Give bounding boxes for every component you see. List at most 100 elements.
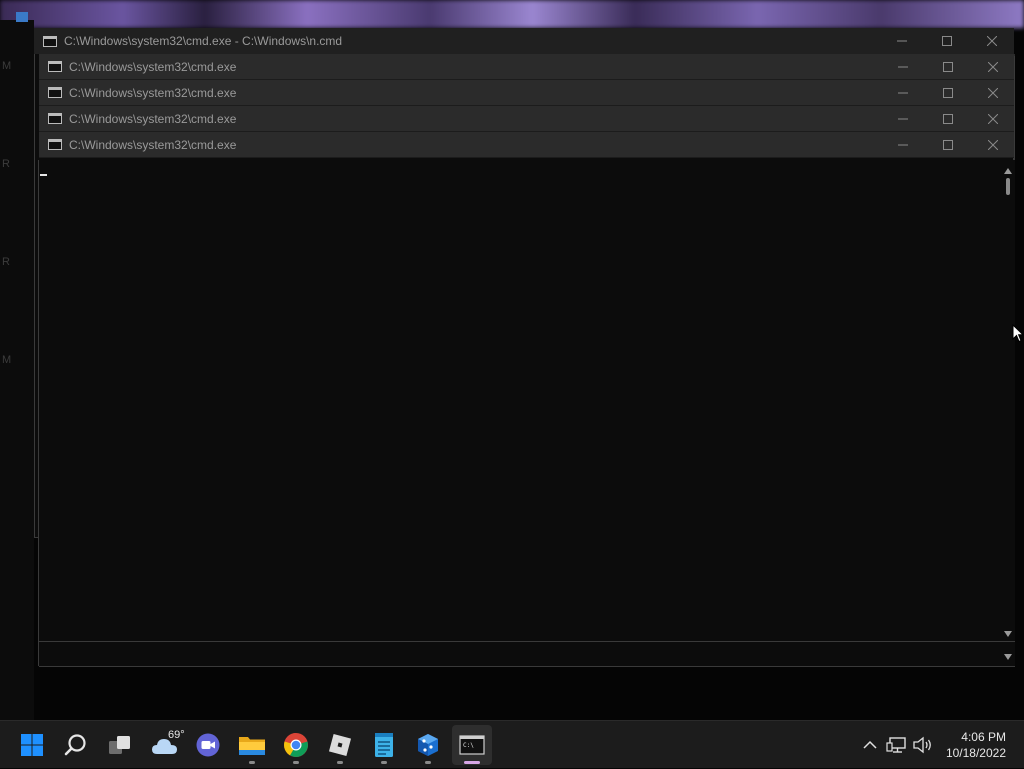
window-title: C:\Windows\system32\cmd.exe: [69, 111, 237, 126]
close-icon: [987, 87, 998, 98]
window-title: C:\Windows\system32\cmd.exe: [69, 137, 237, 152]
cmd-window-1-titlebar[interactable]: C:\Windows\system32\cmd.exe: [39, 54, 1015, 80]
chevron-up-icon: [863, 740, 877, 749]
volume-button[interactable]: [912, 721, 934, 769]
chrome-button[interactable]: [276, 725, 316, 765]
desktop-wallpaper: [0, 0, 1024, 28]
widgets-button[interactable]: 69°: [146, 725, 186, 765]
cmd-button[interactable]: C:\: [452, 725, 492, 765]
video-chat-icon: [196, 733, 220, 757]
cmd-window-4-titlebar[interactable]: C:\Windows\system32\cmd.exe: [39, 132, 1015, 158]
maximize-icon: [942, 139, 953, 150]
minimize-icon: [897, 144, 908, 145]
minimize-button[interactable]: [879, 36, 924, 46]
minimize-button[interactable]: [880, 88, 925, 98]
active-indicator: [464, 761, 480, 764]
desktop-area: M R R M: [0, 20, 34, 720]
minimize-icon: [897, 66, 908, 67]
maximize-icon: [941, 36, 952, 46]
cmd-app-icon: [48, 61, 62, 72]
taskbar: 69° C:\ 4:06 PM 10/18/2022: [0, 720, 1024, 768]
close-button[interactable]: [970, 61, 1015, 72]
cmd-app-icon: [48, 87, 62, 98]
close-icon: [987, 61, 998, 72]
maximize-button[interactable]: [925, 61, 970, 72]
running-indicator: [249, 761, 255, 764]
roblox-icon: [328, 733, 352, 757]
minimize-button[interactable]: [880, 140, 925, 150]
minimize-button[interactable]: [880, 114, 925, 124]
window-title: C:\Windows\system32\cmd.exe - C:\Windows…: [64, 34, 343, 48]
mouse-pointer-icon: [1012, 324, 1024, 343]
start-button[interactable]: [12, 725, 52, 765]
weather-temperature: 69°: [168, 729, 185, 741]
minimize-icon: [896, 40, 907, 42]
cmd-app-icon: [43, 35, 57, 47]
desktop-icon-label-fragment: R: [2, 256, 10, 268]
minimize-icon: [897, 118, 908, 119]
cmd-window-2-titlebar[interactable]: C:\Windows\system32\cmd.exe: [39, 80, 1015, 106]
scroll-down-arrow-icon[interactable]: [1004, 654, 1012, 660]
close-icon: [986, 36, 997, 46]
maximize-button[interactable]: [925, 87, 970, 98]
close-button[interactable]: [970, 113, 1015, 124]
file-explorer-button[interactable]: [232, 725, 272, 765]
show-hidden-icons-button[interactable]: [860, 721, 880, 769]
cmd-icon-text: C:\: [463, 742, 474, 749]
notepad-button[interactable]: [364, 725, 404, 765]
cmd-window-back-titlebar[interactable]: C:\Windows\system32\cmd.exe - C:\Windows…: [34, 28, 1014, 54]
teams-chat-button[interactable]: [188, 725, 228, 765]
scrollbar-thumb[interactable]: [1006, 178, 1010, 195]
minimize-button[interactable]: [880, 62, 925, 72]
maximize-icon: [942, 113, 953, 124]
maximize-icon: [942, 61, 953, 72]
console-output-area[interactable]: [39, 160, 1015, 641]
close-icon: [987, 113, 998, 124]
terminal-icon: C:\: [459, 735, 485, 755]
cmd-app-icon: [48, 139, 62, 150]
clock[interactable]: 4:06 PM 10/18/2022: [946, 729, 1006, 761]
clock-date: 10/18/2022: [945, 746, 1006, 760]
running-indicator: [293, 761, 299, 764]
search-icon: [64, 734, 86, 756]
vertical-scrollbar[interactable]: [1001, 160, 1015, 641]
desktop-icon-label-fragment: R: [2, 158, 10, 170]
running-indicator: [425, 761, 431, 764]
network-icon: [886, 737, 906, 753]
desktop-icon-label-fragment: M: [2, 354, 12, 366]
task-view-icon: [109, 736, 130, 754]
blue-app-icon: [418, 734, 438, 756]
folder-icon: [239, 737, 265, 755]
roblox-button[interactable]: [320, 725, 360, 765]
maximize-button[interactable]: [924, 36, 969, 46]
volume-icon: [913, 736, 931, 754]
maximize-button[interactable]: [925, 139, 970, 150]
desktop-icon[interactable]: [16, 12, 28, 22]
close-button[interactable]: [969, 36, 1014, 46]
scroll-down-arrow-icon[interactable]: [1004, 631, 1012, 637]
maximize-button[interactable]: [925, 113, 970, 124]
cmd-window-3-titlebar[interactable]: C:\Windows\system32\cmd.exe: [39, 106, 1015, 132]
close-button[interactable]: [970, 87, 1015, 98]
search-button[interactable]: [56, 725, 96, 765]
clock-time: 4:06 PM: [961, 730, 1006, 744]
text-cursor: [40, 174, 47, 176]
running-indicator: [337, 761, 343, 764]
scroll-up-arrow-icon[interactable]: [1004, 168, 1012, 174]
app-button[interactable]: [408, 725, 448, 765]
minimize-icon: [897, 92, 908, 93]
stacked-window-bottom-edge[interactable]: [39, 641, 1015, 667]
task-view-button[interactable]: [100, 725, 140, 765]
network-status-button[interactable]: [886, 721, 908, 769]
chrome-icon: [284, 733, 308, 757]
cmd-app-icon: [48, 113, 62, 124]
close-button[interactable]: [970, 139, 1015, 150]
maximize-icon: [942, 87, 953, 98]
running-indicator: [381, 761, 387, 764]
close-icon: [987, 139, 998, 150]
desktop-icon-label-fragment: M: [2, 60, 12, 72]
windows-logo-icon: [21, 734, 43, 756]
window-title: C:\Windows\system32\cmd.exe: [69, 85, 237, 100]
window-title: C:\Windows\system32\cmd.exe: [69, 59, 237, 74]
notepad-icon: [375, 733, 393, 757]
